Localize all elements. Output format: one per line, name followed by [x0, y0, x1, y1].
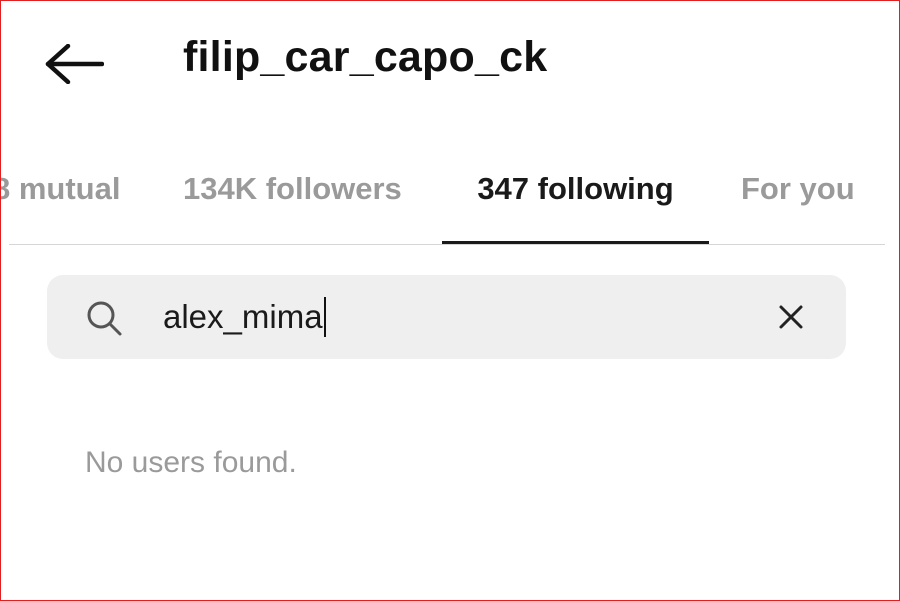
arrow-left-icon: [45, 44, 104, 84]
search-icon: [87, 301, 122, 336]
clear-search-button[interactable]: [771, 297, 811, 337]
profile-username-title: filip_car_capo_ck: [183, 33, 548, 81]
header: filip_car_capo_ck: [1, 1, 899, 121]
app-frame: filip_car_capo_ck 8 mutual 134K follower…: [0, 0, 900, 601]
follow-tabs: 8 mutual 134K followers 347 following Fo…: [1, 161, 899, 247]
empty-results-message: No users found.: [85, 446, 297, 479]
tab-followers[interactable]: 134K followers: [183, 161, 402, 245]
search-bar[interactable]: alex_mima: [47, 275, 846, 359]
tabs-divider: [9, 244, 885, 245]
close-icon: [779, 305, 803, 329]
text-caret: [323, 297, 326, 337]
search-input-value: alex_mima: [163, 298, 323, 335]
tab-following[interactable]: 347 following: [442, 161, 709, 245]
search-input[interactable]: alex_mima: [163, 289, 723, 345]
tab-for-you[interactable]: For you: [741, 161, 855, 245]
back-button[interactable]: [41, 37, 107, 91]
tab-mutual[interactable]: 8 mutual: [1, 161, 120, 245]
